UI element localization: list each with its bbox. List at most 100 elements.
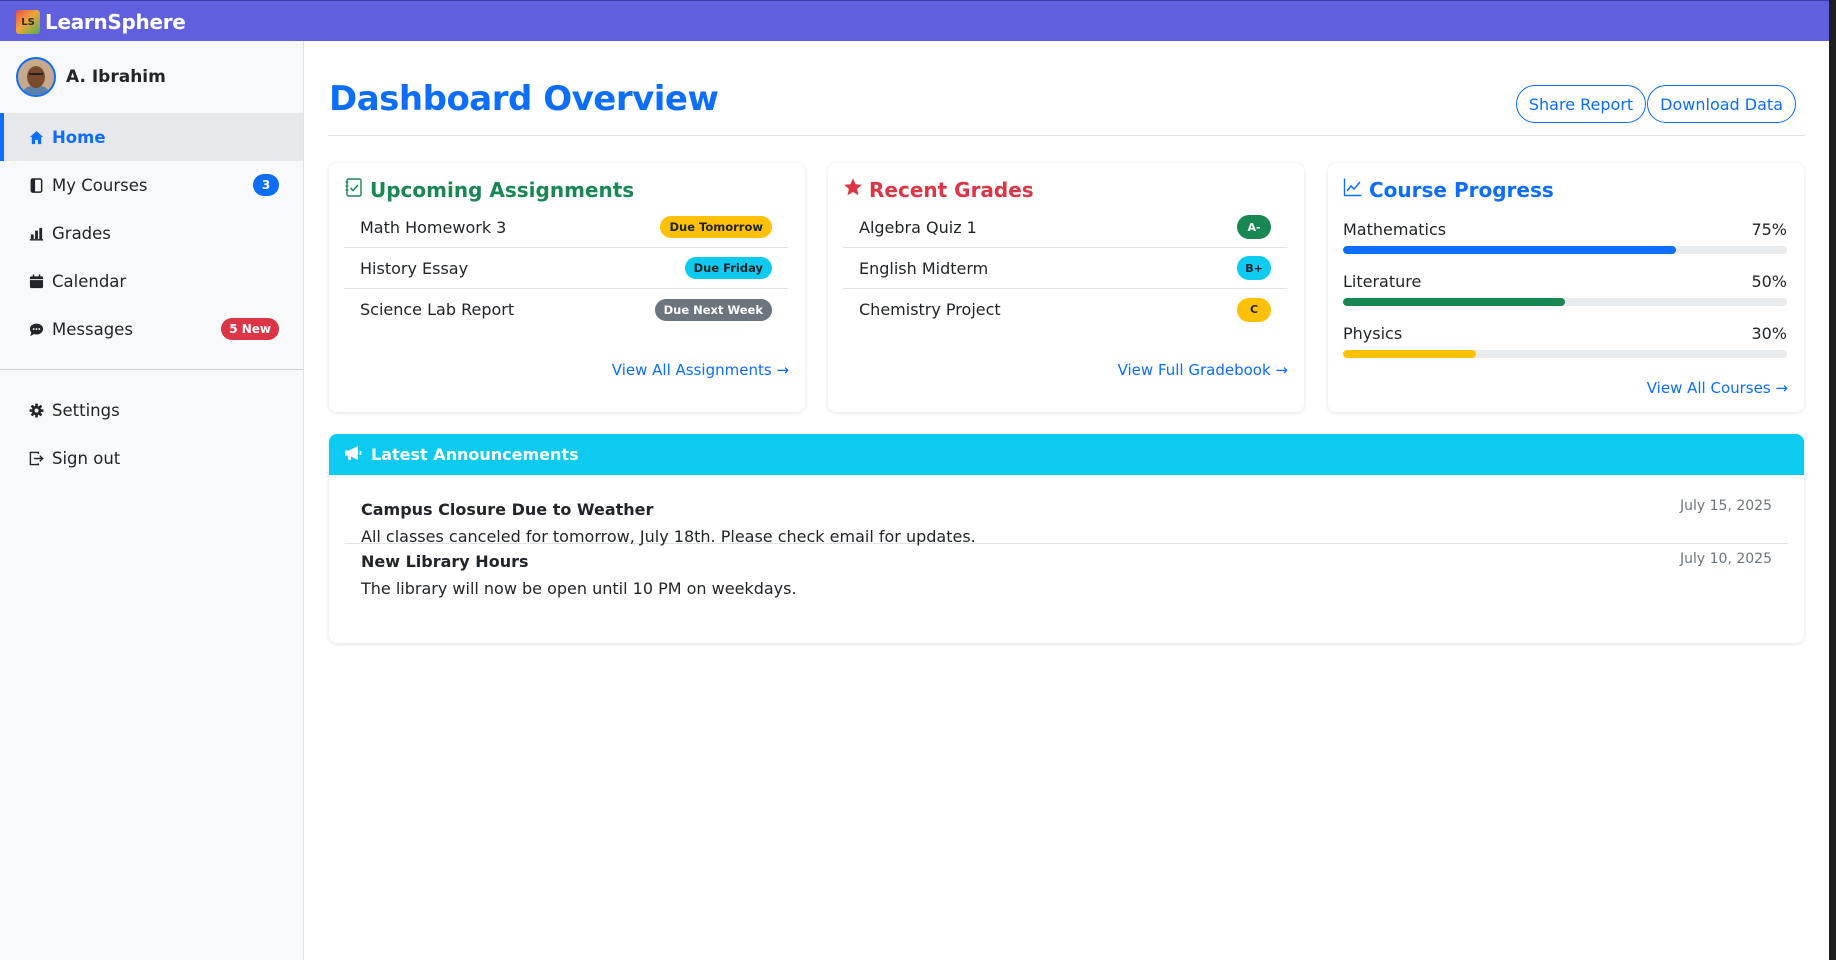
sidebar-item-messages[interactable]: Messages 5 New xyxy=(0,305,303,353)
megaphone-icon xyxy=(344,445,362,465)
announcement-date: July 15, 2025 xyxy=(1680,498,1772,514)
sidebar-item-label: Messages xyxy=(52,319,133,339)
due-badge: Due Next Week xyxy=(654,298,772,321)
top-navbar: LS LearnSphere xyxy=(0,0,1829,41)
home-icon xyxy=(28,129,44,145)
sidebar-item-sign-out[interactable]: Sign out xyxy=(0,434,303,482)
page-header: Dashboard Overview Share Report Download… xyxy=(328,41,1805,136)
progress-title-text: Course Progress xyxy=(1369,177,1554,202)
brand-logo: LS xyxy=(16,10,40,34)
list-item[interactable]: Algebra Quiz 1 A- xyxy=(843,207,1287,248)
sidebar-item-label: My Courses xyxy=(52,175,148,195)
brand[interactable]: LS LearnSphere xyxy=(16,10,186,34)
sidebar-item-home[interactable]: Home xyxy=(0,113,303,161)
gear-icon xyxy=(28,402,44,418)
due-badge: Due Tomorrow xyxy=(660,216,772,238)
window-scrollbar[interactable] xyxy=(1829,0,1836,960)
progress-card: Course Progress Mathematics 75% Literatu… xyxy=(1328,163,1804,412)
progress-bar xyxy=(1343,350,1787,358)
assignment-name: History Essay xyxy=(360,258,469,278)
app-window: LS LearnSphere A. Ibrahim Home My Course… xyxy=(0,0,1829,960)
progress-fill xyxy=(1343,350,1477,358)
sidebar: A. Ibrahim Home My Courses 3 Grades Cale… xyxy=(0,41,304,960)
grades-list: Algebra Quiz 1 A- English Midterm B+ Che… xyxy=(843,207,1287,330)
sidebar-item-calendar[interactable]: Calendar xyxy=(0,257,303,305)
user-profile[interactable]: A. Ibrahim xyxy=(16,57,166,97)
list-item[interactable]: Math Homework 3 Due Tomorrow xyxy=(344,207,788,248)
sidebar-divider xyxy=(0,369,303,370)
progress-row-physics: Physics 30% xyxy=(1343,324,1787,358)
download-data-button[interactable]: Download Data xyxy=(1647,85,1796,123)
sidebar-item-label: Grades xyxy=(52,223,111,243)
sidebar-item-label: Sign out xyxy=(52,448,121,468)
view-full-gradebook-link[interactable]: View Full Gradebook → xyxy=(1118,361,1288,379)
sidebar-item-label: Home xyxy=(52,127,106,147)
due-badge: Due Friday xyxy=(684,257,772,279)
grade-item-name: Chemistry Project xyxy=(859,300,1001,319)
list-item[interactable]: History Essay Due Friday xyxy=(344,248,788,289)
sidebar-item-grades[interactable]: Grades xyxy=(0,209,303,257)
grades-card: Recent Grades Algebra Quiz 1 A- English … xyxy=(828,163,1304,412)
courses-count-badge: 3 xyxy=(253,174,279,196)
checklist-icon xyxy=(344,177,364,202)
course-percent: 50% xyxy=(1751,272,1787,291)
grade-badge: C xyxy=(1237,297,1271,322)
book-icon xyxy=(28,177,44,193)
share-report-button[interactable]: Share Report xyxy=(1515,85,1647,123)
list-item[interactable]: English Midterm B+ xyxy=(843,248,1287,289)
progress-row-literature: Literature 50% xyxy=(1343,272,1787,306)
brand-name: LearnSphere xyxy=(45,10,186,34)
progress-card-title: Course Progress xyxy=(1343,177,1554,202)
assignments-list: Math Homework 3 Due Tomorrow History Ess… xyxy=(344,207,788,330)
view-all-assignments-link[interactable]: View All Assignments → xyxy=(612,361,789,379)
assignments-card-title: Upcoming Assignments xyxy=(344,177,634,202)
calendar-icon xyxy=(28,273,44,289)
grade-item-name: English Midterm xyxy=(859,258,989,278)
grade-badge: B+ xyxy=(1237,256,1271,280)
view-all-courses-link[interactable]: View All Courses → xyxy=(1647,379,1788,397)
course-percent: 30% xyxy=(1751,324,1787,343)
course-name: Mathematics xyxy=(1343,220,1447,239)
assignments-title-text: Upcoming Assignments xyxy=(370,177,635,202)
page-title: Dashboard Overview xyxy=(329,79,719,119)
grade-item-name: Algebra Quiz 1 xyxy=(859,217,977,237)
announcements-header: Latest Announcements xyxy=(329,434,1804,475)
course-name: Literature xyxy=(1343,272,1422,291)
progress-fill xyxy=(1343,298,1565,306)
bar-chart-icon xyxy=(28,225,44,241)
assignments-card: Upcoming Assignments Math Homework 3 Due… xyxy=(329,163,805,412)
user-name: A. Ibrahim xyxy=(66,67,166,87)
announcement-title: Campus Closure Due to Weather xyxy=(361,500,654,519)
assignment-name: Math Homework 3 xyxy=(360,217,507,237)
sidebar-item-my-courses[interactable]: My Courses 3 xyxy=(0,161,303,209)
sidebar-nav: Home My Courses 3 Grades Calendar Messag… xyxy=(0,113,303,482)
sign-out-icon xyxy=(28,450,44,466)
announcement-text: The library will now be open until 10 PM… xyxy=(361,579,797,598)
progress-bar xyxy=(1343,298,1787,306)
announcement-date: July 10, 2025 xyxy=(1680,551,1772,567)
header-actions: Share Report Download Data xyxy=(1515,85,1796,123)
announcement-title: New Library Hours xyxy=(361,552,529,571)
progress-bar xyxy=(1343,246,1787,254)
assignment-name: Science Lab Report xyxy=(360,300,515,319)
grades-title-text: Recent Grades xyxy=(869,177,1034,202)
announcement-item[interactable]: Campus Closure Due to Weather All classe… xyxy=(345,475,1788,546)
grades-card-title: Recent Grades xyxy=(843,177,1034,202)
list-item[interactable]: Chemistry Project C xyxy=(843,289,1287,330)
announcements-card: Latest Announcements Campus Closure Due … xyxy=(329,434,1804,643)
messages-new-badge: 5 New xyxy=(221,318,279,340)
course-name: Physics xyxy=(1343,324,1403,343)
progress-row-mathematics: Mathematics 75% xyxy=(1343,220,1787,254)
avatar xyxy=(16,57,56,97)
grade-badge: A- xyxy=(1237,215,1271,239)
sidebar-item-settings[interactable]: Settings xyxy=(0,386,303,434)
star-icon xyxy=(843,177,863,202)
chat-icon xyxy=(28,321,44,337)
announcement-item[interactable]: New Library Hours The library will now b… xyxy=(345,544,1788,613)
sidebar-item-label: Settings xyxy=(52,400,120,420)
announcements-title: Latest Announcements xyxy=(371,445,579,464)
course-percent: 75% xyxy=(1751,220,1787,239)
list-item[interactable]: Science Lab Report Due Next Week xyxy=(344,289,788,330)
sidebar-item-label: Calendar xyxy=(52,271,127,291)
line-chart-icon xyxy=(1343,177,1363,202)
